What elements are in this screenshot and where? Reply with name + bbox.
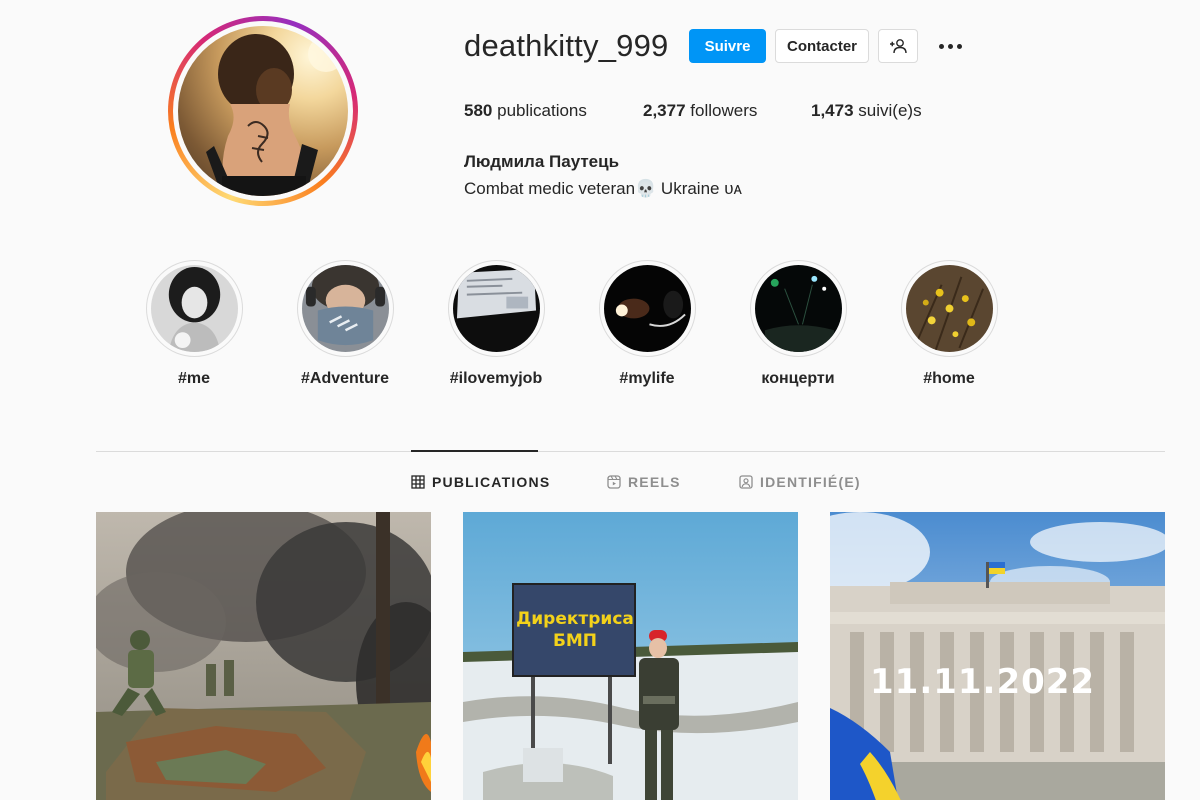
- reels-icon: [607, 475, 621, 489]
- tab-tagged[interactable]: IDENTIFIÉ(E): [739, 474, 861, 490]
- following-count: 1,473: [811, 101, 854, 120]
- sign-line: БМП: [552, 631, 598, 651]
- highlight-concerts[interactable]: концерти: [738, 260, 858, 388]
- profile-avatar[interactable]: [168, 16, 358, 206]
- profile-stats: 580 publications 2,377 followers 1,473 s…: [464, 101, 922, 121]
- highlight-label: #ilovemyjob: [449, 370, 543, 387]
- highlight-cover: [301, 265, 389, 352]
- tab-label: IDENTIFIÉ(E): [760, 474, 861, 490]
- posts-count-stat: 580 publications: [464, 101, 643, 121]
- posts-count: 580: [464, 101, 493, 120]
- highlight-ring: [296, 260, 394, 357]
- followers-count: 2,377: [643, 101, 686, 120]
- night-light-icon: [603, 265, 691, 352]
- followers-label: followers: [690, 101, 758, 120]
- profile-username: deathkitty_999: [464, 28, 669, 63]
- highlight-label: #me: [177, 370, 211, 387]
- highlight-label: концерти: [761, 370, 835, 387]
- screen-dark-icon: [452, 265, 540, 352]
- concert-stage-icon: [754, 265, 842, 352]
- portrait-bw-icon: [150, 265, 238, 352]
- add-user-icon: [890, 39, 907, 54]
- tab-label: REELS: [628, 474, 681, 490]
- suggest-user-button[interactable]: [878, 29, 918, 63]
- tabs-divider: [96, 451, 1165, 452]
- highlight-me[interactable]: #me: [134, 260, 254, 388]
- post-image: [463, 512, 798, 800]
- highlight-cover: [603, 265, 691, 352]
- highlight-ring: [145, 260, 243, 357]
- follow-button[interactable]: Suivre: [689, 29, 766, 63]
- avatar-frame: [173, 21, 353, 201]
- post-date-overlay: 11.11.2022: [870, 662, 1096, 702]
- post-image: [96, 512, 431, 800]
- grid-icon: [411, 475, 425, 489]
- yellow-flowers-icon: [905, 265, 993, 352]
- post-thumbnail[interactable]: [96, 512, 431, 800]
- highlight-ring: [749, 260, 847, 357]
- post-thumbnail[interactable]: Директриса БМП: [463, 512, 798, 800]
- highlight-ring: [900, 260, 998, 357]
- highlight-cover: [905, 265, 993, 352]
- sign-line: Директриса: [516, 609, 634, 629]
- highlight-cover: [754, 265, 842, 352]
- sign-text: Директриса БМП: [515, 608, 635, 652]
- highlight-label: #home: [923, 370, 975, 387]
- tab-reels[interactable]: REELS: [607, 474, 681, 490]
- highlight-label: #Adventure: [300, 370, 390, 387]
- highlight-cover: [150, 265, 238, 352]
- following-label: suivi(e)s: [858, 101, 922, 120]
- avatar-image: [206, 34, 344, 196]
- profile-bio: Combat medic veteran💀 Ukraine ᴜᴀ: [464, 179, 742, 198]
- posts-label: publications: [497, 101, 587, 120]
- avatar-photo: [178, 26, 348, 196]
- tab-label: PUBLICATIONS: [432, 474, 551, 490]
- highlight-ring: [598, 260, 696, 357]
- highlight-mylife[interactable]: #mylife: [587, 260, 707, 388]
- post-image: [830, 512, 1165, 800]
- highlight-adventure[interactable]: #Adventure: [285, 260, 405, 388]
- masked-face-icon: [301, 265, 389, 352]
- active-tab-indicator: [411, 450, 538, 452]
- highlight-cover: [452, 265, 540, 352]
- more-options-icon[interactable]: [934, 33, 966, 59]
- post-thumbnail[interactable]: 11.11.2022: [830, 512, 1165, 800]
- tagged-icon: [739, 475, 753, 489]
- following-stat[interactable]: 1,473 suivi(e)s: [811, 101, 922, 121]
- highlight-label: #mylife: [619, 370, 675, 387]
- highlight-ring: [447, 260, 545, 357]
- highlight-ilovemyjob[interactable]: #ilovemyjob: [436, 260, 556, 388]
- tab-publications[interactable]: PUBLICATIONS: [411, 474, 550, 490]
- contact-button[interactable]: Contacter: [775, 29, 869, 63]
- profile-full-name: Людмила Паутець: [464, 152, 620, 171]
- followers-stat[interactable]: 2,377 followers: [643, 101, 811, 121]
- highlight-home[interactable]: #home: [889, 260, 1009, 388]
